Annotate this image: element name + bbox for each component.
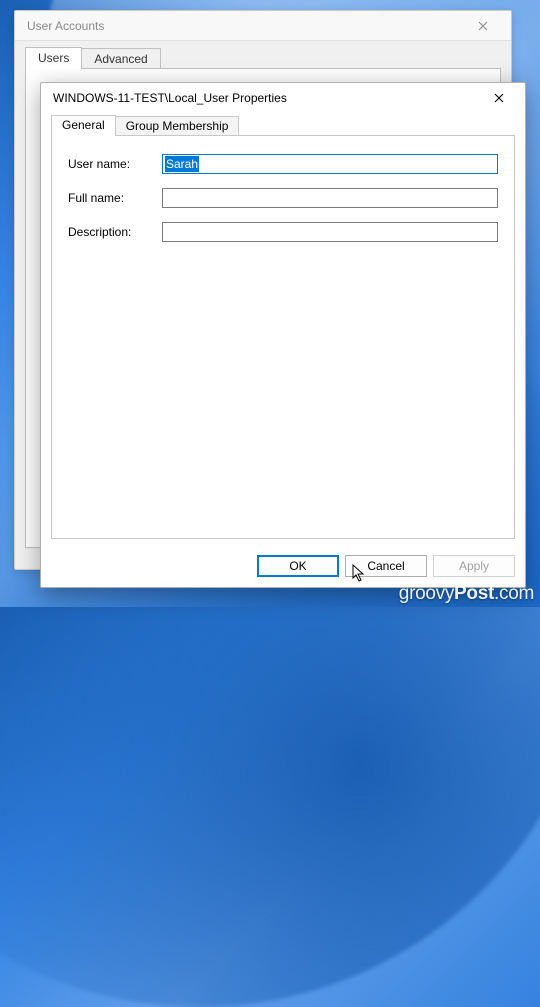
user-accounts-tabs: Users Advanced: [25, 47, 501, 69]
properties-dialog: WINDOWS-11-TEST\Local_User Properties Ge…: [40, 82, 526, 588]
watermark: groovyPost.com: [399, 583, 534, 605]
fullname-label: Full name:: [68, 191, 162, 205]
close-icon[interactable]: [477, 84, 521, 112]
username-input[interactable]: [162, 154, 498, 174]
apply-button[interactable]: Apply: [433, 555, 515, 577]
properties-titlebar[interactable]: WINDOWS-11-TEST\Local_User Properties: [41, 83, 525, 113]
tab-group-membership[interactable]: Group Membership: [115, 116, 240, 135]
general-panel: User name: Sarah Full name: Description:: [51, 135, 515, 539]
user-accounts-title: User Accounts: [27, 19, 104, 33]
close-icon[interactable]: [463, 12, 503, 40]
description-label: Description:: [68, 225, 162, 239]
tab-general[interactable]: General: [51, 115, 116, 136]
ok-button[interactable]: OK: [257, 555, 339, 577]
tab-advanced[interactable]: Advanced: [81, 48, 160, 68]
tab-users[interactable]: Users: [25, 47, 82, 69]
dialog-buttons: OK Cancel Apply: [41, 547, 525, 587]
fullname-input[interactable]: [162, 188, 498, 208]
cancel-button[interactable]: Cancel: [345, 555, 427, 577]
description-input[interactable]: [162, 222, 498, 242]
user-accounts-titlebar[interactable]: User Accounts: [15, 11, 511, 41]
properties-tabs: General Group Membership: [51, 115, 515, 136]
properties-title: WINDOWS-11-TEST\Local_User Properties: [53, 91, 287, 105]
username-label: User name:: [68, 157, 162, 171]
